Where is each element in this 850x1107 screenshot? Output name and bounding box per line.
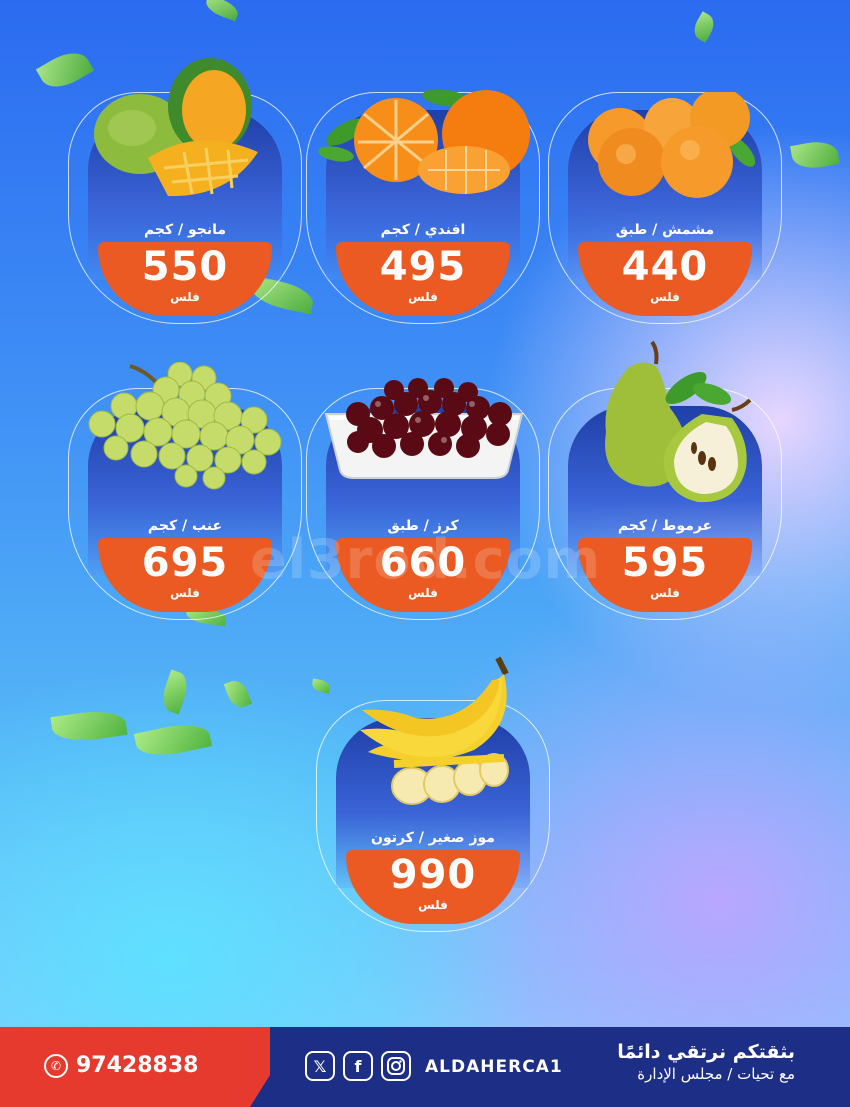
product-card-cherry[interactable]: كرز / طبق 660 فلس (306, 378, 540, 620)
product-name: افندي / كجم (380, 222, 466, 238)
social-handle[interactable]: ALDAHERCA1 (425, 1057, 563, 1077)
mango-icon (94, 58, 258, 197)
x-icon[interactable]: 𝕏 (305, 1051, 335, 1081)
leaf-decoration (50, 706, 128, 746)
leaf-decoration (133, 718, 213, 762)
cherry-icon (324, 378, 524, 479)
product-price: 495 (379, 244, 467, 290)
product-card-mango[interactable]: مانجو / كجم 550 فلس (68, 58, 302, 324)
product-price: 990 (389, 852, 477, 898)
product-name: مشمش / طبق (615, 222, 715, 238)
whatsapp-icon: ✆ (44, 1053, 68, 1078)
leaf-decoration (689, 11, 719, 43)
social-links: 𝕏 f (305, 1051, 411, 1081)
product-price: 695 (141, 540, 229, 586)
product-price: 440 (621, 244, 709, 290)
product-price: 595 (621, 540, 709, 586)
price-unit: فلس (650, 290, 680, 304)
product-name: عرموط / كجم (617, 518, 713, 534)
phone-contact[interactable]: ✆ 97428838 (44, 1053, 198, 1078)
slogan-line-1: بثقتكم نرتقي دائمًا (617, 1041, 795, 1063)
leaf-decoration (311, 678, 331, 694)
product-name: موز صغير / كرتون (371, 830, 495, 846)
leaf-decoration (223, 677, 253, 711)
apricot-icon (588, 92, 756, 198)
footer: ✆ 97428838 𝕏 f ALDAHERCA1 بثقتكم نرتقي د… (0, 1027, 850, 1107)
product-card-apricot[interactable]: مشمش / طبق 440 فلس (548, 92, 782, 324)
product-name: كرز / طبق (387, 518, 459, 534)
mandarin-icon (318, 89, 530, 194)
pear-icon (605, 340, 752, 503)
product-name: عنب / كجم (147, 518, 223, 534)
product-card-pear[interactable]: عرموط / كجم 595 فلس (548, 340, 782, 620)
price-unit: فلس (170, 586, 200, 600)
price-unit: فلس (650, 586, 680, 600)
grape-icon (88, 362, 282, 490)
price-unit: فلس (170, 290, 200, 304)
phone-number: 97428838 (76, 1053, 199, 1078)
banana-icon (360, 656, 509, 805)
slogan-line-2: مع تحيات / مجلس الإدارة (637, 1065, 795, 1083)
leaf-decoration (35, 44, 95, 96)
leaf-decoration (157, 669, 193, 715)
product-name: مانجو / كجم (143, 222, 227, 238)
product-card-mandarin[interactable]: افندي / كجم 495 فلس (306, 89, 540, 324)
leaf-decoration (203, 0, 241, 22)
product-price: 660 (379, 540, 467, 586)
slogan: بثقتكم نرتقي دائمًا مع تحيات / مجلس الإد… (617, 1041, 795, 1083)
product-card-banana[interactable]: موز صغير / كرتون 990 فلس (316, 656, 550, 932)
instagram-icon[interactable] (381, 1051, 411, 1081)
product-price: 550 (141, 244, 229, 290)
price-unit: فلس (418, 898, 448, 912)
leaf-decoration (790, 138, 840, 172)
price-unit: فلس (408, 586, 438, 600)
facebook-icon[interactable]: f (343, 1051, 373, 1081)
product-card-grape[interactable]: عنب / كجم 695 فلس (68, 362, 302, 620)
price-unit: فلس (408, 290, 438, 304)
